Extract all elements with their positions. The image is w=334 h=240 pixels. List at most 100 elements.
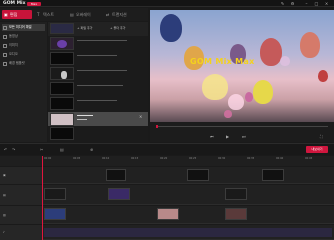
media-thumbnail bbox=[50, 97, 74, 110]
fullscreen-icon[interactable]: ⛶ bbox=[320, 134, 323, 139]
list-item[interactable] bbox=[48, 37, 148, 51]
undo-icon[interactable]: ↶ bbox=[4, 147, 7, 152]
category-image[interactable]: 이미지 bbox=[2, 42, 45, 49]
list-item[interactable] bbox=[48, 67, 148, 81]
balloon-shape bbox=[245, 92, 253, 102]
tab-text[interactable]: T 텍스트 bbox=[35, 10, 65, 19]
pen-icon[interactable]: ✎ bbox=[280, 1, 285, 6]
tab-transition[interactable]: ⇄ 트랜지션 bbox=[104, 10, 142, 19]
seek-handle[interactable] bbox=[156, 125, 158, 128]
media-thumbnail bbox=[50, 52, 74, 65]
tab-edit[interactable]: ▣ 편집 bbox=[2, 10, 32, 19]
timeline-clip[interactable] bbox=[187, 169, 209, 181]
next-frame-icon[interactable]: ⏭ bbox=[242, 134, 246, 139]
media-thumbnail bbox=[50, 127, 74, 140]
maximize-icon[interactable]: □ bbox=[314, 1, 319, 6]
add-file-button[interactable]: + 파일 추가 bbox=[77, 26, 92, 30]
close-icon[interactable]: × bbox=[324, 1, 329, 6]
ruler-label: 00:15 bbox=[131, 157, 139, 160]
media-name-bar bbox=[77, 85, 123, 86]
add-folder-button[interactable]: + 폴더 추가 bbox=[110, 26, 125, 30]
preview-controls: ⏮ ▶ ⏭ ⛶ bbox=[150, 122, 334, 142]
play-icon[interactable]: ▶ bbox=[226, 134, 229, 139]
timeline-clip[interactable] bbox=[44, 188, 66, 200]
track-header: ▤ bbox=[0, 185, 42, 205]
category-audio[interactable]: 오디오 bbox=[2, 51, 45, 58]
playhead[interactable] bbox=[42, 156, 43, 240]
timeline-track-video: ▣ bbox=[0, 167, 334, 184]
video-track-icon: ▣ bbox=[3, 173, 6, 177]
ruler-label: 00:25 bbox=[189, 157, 197, 160]
timeline-clip[interactable] bbox=[44, 208, 66, 220]
timeline-clip[interactable] bbox=[225, 188, 247, 200]
settings-icon[interactable]: ⚙ bbox=[290, 1, 295, 6]
category-label: 모든 미디어 파일 bbox=[9, 25, 32, 29]
track-header: ▣ bbox=[0, 167, 42, 184]
preview-window[interactable]: GOM Mix Max bbox=[150, 10, 334, 122]
tab-overlay[interactable]: ▤ 오버레이 bbox=[68, 10, 102, 19]
category-background-template[interactable]: 배경 템플릿 bbox=[2, 60, 45, 67]
title-bar: GOM Mix Max ✎ ⚙ – □ × bbox=[0, 0, 334, 7]
cut-icon[interactable]: ✂ bbox=[40, 147, 43, 152]
person-figure bbox=[61, 71, 67, 79]
prev-frame-icon[interactable]: ⏮ bbox=[210, 134, 214, 139]
balloon-shape bbox=[160, 14, 182, 42]
media-name-bar bbox=[77, 115, 93, 116]
export-button[interactable]: 내보내기 bbox=[306, 146, 328, 153]
ruler-label: 00:35 bbox=[247, 157, 255, 160]
timeline-clip[interactable] bbox=[225, 208, 247, 220]
audio-track-icon: ♪ bbox=[3, 230, 5, 234]
ruler-label: 00:30 bbox=[218, 157, 226, 160]
timeline-clip[interactable] bbox=[157, 208, 179, 220]
category-label: 배경 템플릿 bbox=[9, 61, 25, 65]
image-icon bbox=[3, 43, 7, 48]
timeline-clip[interactable] bbox=[106, 169, 126, 181]
ruler-label: 00:45 bbox=[305, 157, 313, 160]
delete-icon[interactable]: ▤ bbox=[60, 147, 64, 152]
add-folder-label: 폴더 추가 bbox=[113, 26, 126, 30]
light-bokeh bbox=[202, 74, 228, 100]
light-bokeh bbox=[228, 94, 244, 110]
list-item[interactable] bbox=[48, 82, 148, 96]
overlay-icon: ▤ bbox=[70, 12, 74, 17]
app-badge: Max bbox=[27, 1, 41, 6]
ruler-label: 00:00 bbox=[44, 157, 52, 160]
category-label: 이미지 bbox=[9, 43, 18, 47]
balloon-shape bbox=[260, 38, 282, 66]
audio-waveform[interactable] bbox=[44, 228, 332, 237]
video-icon bbox=[3, 34, 7, 39]
watermark-text: GOM Mix Max bbox=[190, 57, 255, 66]
timeline-clip[interactable] bbox=[262, 169, 284, 181]
overlay-track-icon: ▤ bbox=[3, 193, 6, 197]
category-label: 오디오 bbox=[9, 52, 18, 56]
balloon-shape bbox=[318, 70, 328, 82]
zoom-icon[interactable]: ⊕ bbox=[90, 147, 93, 152]
list-item-selected[interactable]: × bbox=[48, 112, 148, 126]
tab-label: 편집 bbox=[10, 12, 18, 17]
balloon-shape bbox=[253, 80, 273, 104]
list-item[interactable] bbox=[48, 127, 148, 141]
main-tabs: ▣ 편집 T 텍스트 ▤ 오버레이 ⇄ 트랜지션 bbox=[0, 8, 148, 21]
timeline-ruler[interactable]: 00:00 00:05 00:10 00:15 00:20 00:25 00:3… bbox=[0, 156, 334, 166]
seek-bar[interactable] bbox=[156, 126, 328, 127]
minimize-icon[interactable]: – bbox=[304, 1, 309, 6]
media-thumbnail[interactable] bbox=[50, 23, 74, 34]
category-video[interactable]: 동영상 bbox=[2, 33, 45, 40]
media-thumbnail bbox=[50, 113, 74, 126]
category-all-media[interactable]: 모든 미디어 파일 bbox=[2, 24, 45, 31]
redo-icon[interactable]: ↷ bbox=[12, 147, 15, 152]
remove-icon[interactable]: × bbox=[139, 114, 142, 119]
edit-icon: ▣ bbox=[4, 12, 8, 17]
tab-label: 오버레이 bbox=[76, 12, 91, 17]
track-header: ♪ bbox=[0, 225, 42, 240]
timeline-clip[interactable] bbox=[108, 188, 130, 200]
template-icon bbox=[3, 61, 7, 66]
image-track-icon: ▨ bbox=[3, 213, 6, 217]
media-name-bar bbox=[77, 40, 127, 41]
transition-icon: ⇄ bbox=[106, 12, 110, 17]
app-logo: GOM Mix bbox=[3, 1, 26, 6]
list-item[interactable] bbox=[48, 97, 148, 111]
light-bokeh bbox=[224, 110, 232, 118]
list-item[interactable] bbox=[48, 52, 148, 66]
audio-icon bbox=[3, 52, 7, 57]
